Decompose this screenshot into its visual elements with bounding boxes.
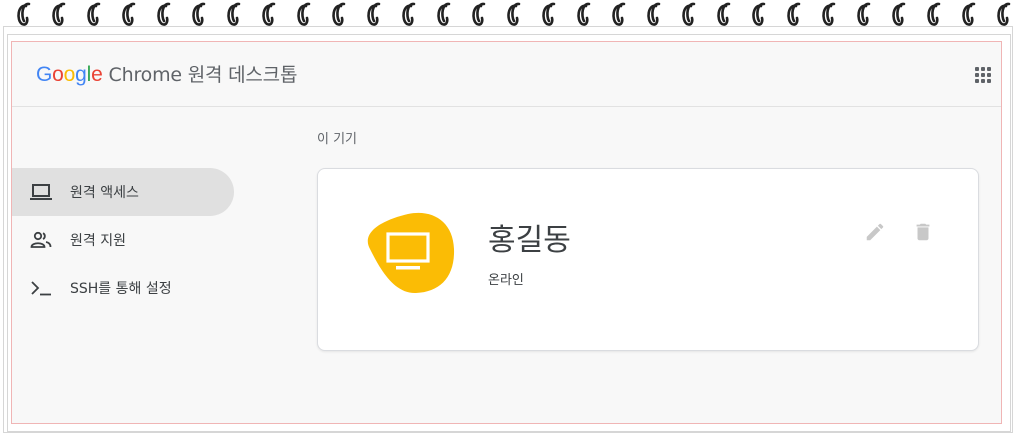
sidebar-item-ssh-setup[interactable]: SSH를 통해 설정 (12, 264, 234, 312)
section-title-this-device: 이 기기 (317, 132, 358, 147)
device-card[interactable]: 홍길동 온라인 (317, 168, 979, 351)
device-name: 홍길동 (488, 223, 571, 258)
logo-letter: e (91, 63, 103, 86)
product-name: Chrome 원격 데스크톱 (108, 64, 298, 86)
edit-icon[interactable] (864, 221, 886, 243)
people-icon (30, 229, 52, 251)
logo-letter: o (63, 63, 76, 86)
logo-letter: G (36, 63, 53, 86)
sidebar-nav: 원격 액세스 원격 지원 SSH를 통해 설정 (12, 168, 234, 312)
terminal-icon (30, 277, 52, 299)
delete-icon[interactable] (912, 221, 934, 243)
device-status: 온라인 (488, 273, 524, 288)
device-avatar (358, 209, 456, 295)
app-logo[interactable]: Google Chrome 원격 데스크톱 (36, 60, 297, 87)
laptop-icon (30, 181, 52, 203)
sidebar-item-remote-access[interactable]: 원격 액세스 (12, 168, 234, 216)
sidebar-item-label: SSH를 통해 설정 (70, 281, 172, 297)
logo-letter: g (75, 63, 87, 86)
sidebar-item-label: 원격 액세스 (70, 185, 139, 201)
apps-grid-icon[interactable] (975, 67, 991, 83)
sidebar-item-remote-support[interactable]: 원격 지원 (12, 216, 234, 264)
app-window: Google Chrome 원격 데스크톱 원격 액세스 원격 지원 SSH를 통… (11, 41, 1002, 424)
top-bar: Google Chrome 원격 데스크톱 (12, 42, 1001, 107)
sidebar-item-label: 원격 지원 (70, 233, 126, 249)
logo-letter: o (52, 63, 64, 86)
